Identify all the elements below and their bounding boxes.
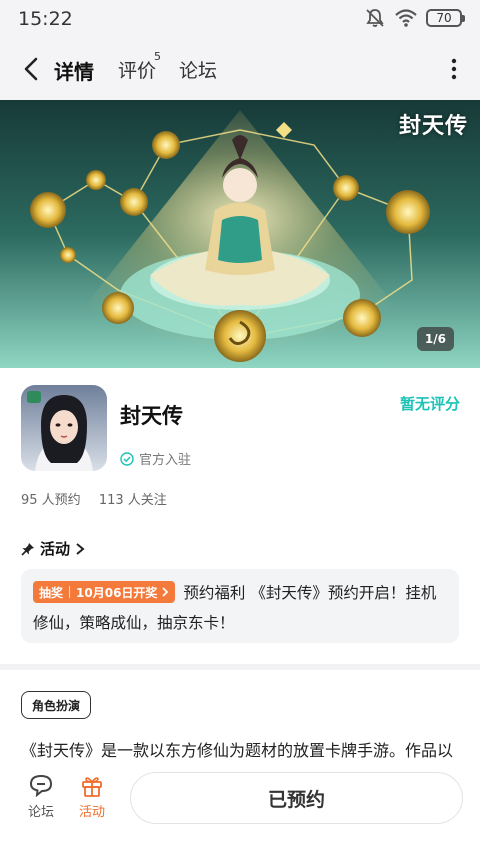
- wifi-icon: [395, 9, 417, 27]
- tab-review[interactable]: 评价 5: [118, 50, 161, 83]
- more-vertical-icon[interactable]: [450, 58, 458, 80]
- badge-chevron-icon: [162, 587, 169, 597]
- activity-card[interactable]: 抽奖 10月06日开奖 预约福利 《封天传》预约开启！挂机 修仙，策略成仙，抽京…: [21, 569, 459, 643]
- activity-header[interactable]: 活动: [21, 538, 85, 559]
- status-time: 15:22: [18, 8, 73, 30]
- gift-icon: [82, 777, 102, 797]
- official-label: 官方入驻: [139, 453, 192, 468]
- lottery-badge: 抽奖 10月06日开奖: [33, 581, 176, 603]
- tab-detail[interactable]: 详情: [54, 56, 96, 85]
- screenshot-banner[interactable]: 封天传 1/6: [0, 100, 480, 368]
- bottom-activity-button[interactable]: 活动: [70, 774, 114, 820]
- genre-tag[interactable]: 角色扮演: [21, 691, 92, 719]
- review-count-badge: 5: [154, 50, 161, 63]
- app-icon: [21, 385, 107, 471]
- tab-forum-label: 论坛: [179, 60, 218, 82]
- reserved-button[interactable]: 已预约: [130, 772, 463, 824]
- app-name: 封天传: [120, 404, 183, 428]
- activity-text-line2: 修仙，策略成仙，抽京东卡！: [33, 614, 235, 632]
- badge-divider: [69, 586, 71, 598]
- status-icons: 70: [364, 7, 465, 29]
- rating-status[interactable]: 暂无评分: [400, 393, 460, 414]
- app-detail-page: 15:22 70 详情 评价 5 论坛 封天传 1/6 封天传 暂无评分 官方入…: [0, 0, 480, 854]
- banner-artwork: [0, 100, 480, 368]
- top-nav: 详情 评价 5 论坛: [0, 38, 480, 100]
- mute-bell-icon: [366, 9, 384, 27]
- badge-date: 10月06日开奖: [76, 585, 158, 600]
- activity-text-line1: 预约福利 《封天传》预约开启！挂机: [183, 584, 437, 602]
- badge-type: 抽奖: [39, 585, 64, 600]
- chevron-right-icon: [76, 542, 85, 555]
- battery-icon: 70: [426, 9, 465, 27]
- battery-level: 70: [436, 11, 452, 25]
- bottom-forum-label: 论坛: [27, 805, 54, 820]
- verified-check-icon: [120, 451, 134, 466]
- bottom-forum-button[interactable]: 论坛: [19, 774, 63, 820]
- tab-detail-label: 详情: [54, 60, 94, 84]
- app-icon-artwork: [21, 385, 107, 471]
- bottom-activity-label: 活动: [78, 805, 105, 820]
- back-arrow-icon[interactable]: [18, 54, 46, 84]
- follower-count: 113 人关注: [98, 493, 167, 508]
- status-bar: 15:22 70: [0, 0, 480, 38]
- section-divider: [0, 664, 480, 670]
- official-tag: 官方入驻: [120, 449, 191, 468]
- pin-icon: [21, 542, 34, 556]
- forum-chat-icon: [29, 774, 53, 798]
- banner-game-logo: 封天传: [398, 113, 468, 139]
- reservation-count: 95 人预约: [21, 493, 81, 508]
- app-stats: 95 人预约 113 人关注: [21, 489, 181, 508]
- game-description: 《封天传》是一款以东方修仙为题材的放置卡牌手游。作品以: [21, 741, 454, 760]
- bottom-action-bar: 论坛 活动 已预约: [0, 768, 480, 854]
- banner-pager: 1/6: [416, 327, 454, 351]
- tab-review-label: 评价: [118, 60, 157, 82]
- tab-forum[interactable]: 论坛: [179, 56, 217, 83]
- activity-header-label: 活动: [40, 540, 71, 558]
